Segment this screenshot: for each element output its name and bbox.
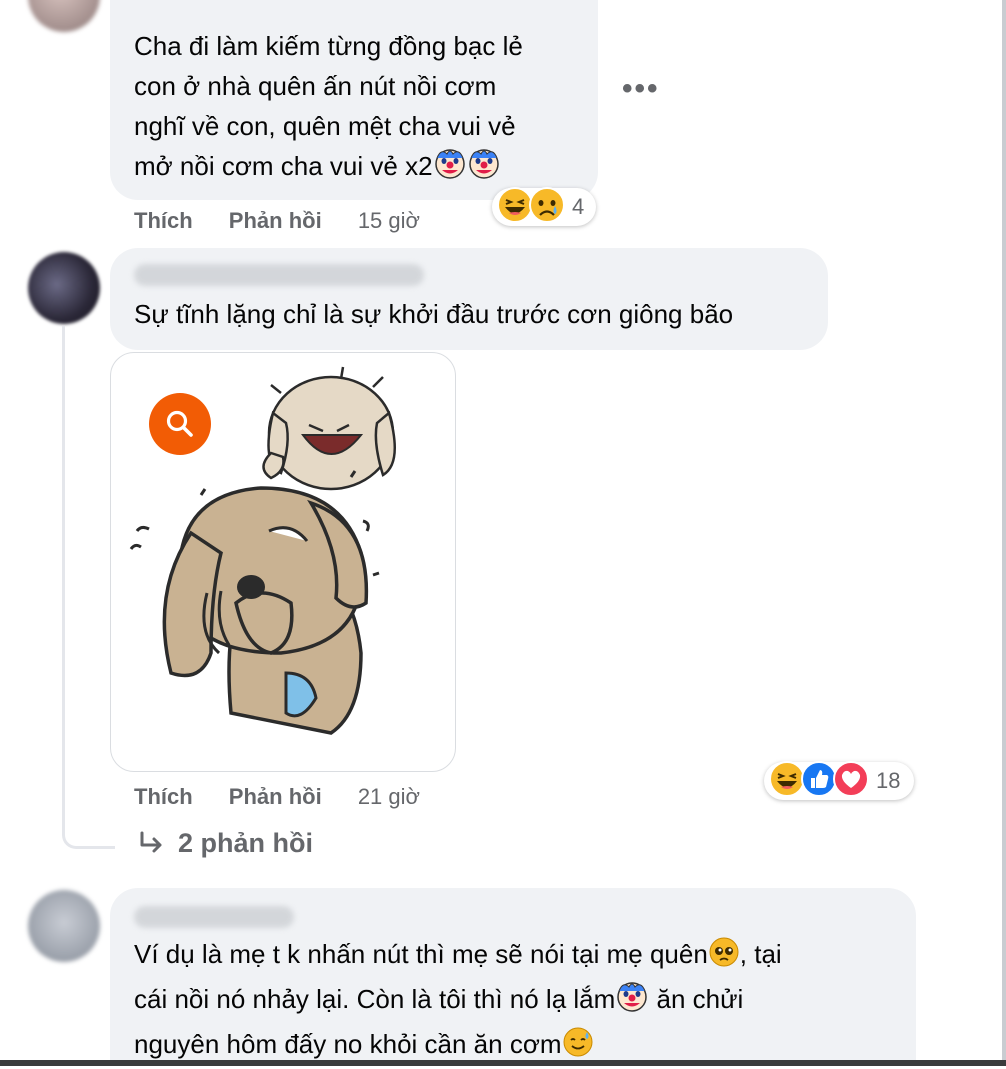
comment-text-line: cái nồi nó nhảy lại. Còn là tôi thì nó l… <box>134 984 616 1014</box>
commenter-name[interactable] <box>134 906 294 928</box>
comment-timestamp[interactable]: 15 giờ <box>358 208 420 233</box>
comment-bubble: Cha đi làm kiếm từng đồng bạc lẻ con ở n… <box>110 0 598 200</box>
like-button[interactable]: Thích <box>134 784 193 809</box>
love-icon <box>832 760 870 803</box>
comment-actions: Thích Phản hồi 21 giờ <box>134 784 450 810</box>
bottom-edge <box>0 1060 1006 1066</box>
comment-text-line-wrap: mở nồi cơm cha vui vẻ x2 <box>134 146 574 191</box>
sticker-attachment[interactable] <box>110 352 456 772</box>
view-replies-link[interactable]: 2 phản hồi <box>136 828 313 859</box>
comment-bubble: Sự tĩnh lặng chỉ là sự khởi đầu trước cơ… <box>110 248 828 350</box>
more-options-button[interactable]: ••• <box>622 72 660 106</box>
sad-icon <box>528 186 566 229</box>
comment-timestamp[interactable]: 21 giờ <box>358 784 420 809</box>
comment-text-line-wrap: cái nồi nó nhảy lại. Còn là tôi thì nó l… <box>134 979 892 1024</box>
clown-face-icon <box>467 146 501 191</box>
reply-button[interactable]: Phản hồi <box>229 208 322 233</box>
crying-dog-sticker <box>129 366 396 735</box>
reply-button[interactable]: Phản hồi <box>229 784 322 809</box>
thread-connector <box>62 780 115 849</box>
clown-face-icon <box>615 979 649 1024</box>
comment-text-line: con ở nhà quên ấn nút nồi cơm <box>134 71 497 101</box>
reaction-count: 4 <box>572 194 585 219</box>
like-button[interactable]: Thích <box>134 208 193 233</box>
pleading-face-icon <box>708 936 740 979</box>
reply-arrow-icon <box>140 831 162 852</box>
comment-text-line: nghĩ về con, quên mệt cha vui vẻ <box>134 111 516 141</box>
replies-count-label: 2 phản hồi <box>178 828 313 858</box>
avatar[interactable] <box>28 0 100 32</box>
thread-line <box>62 326 65 796</box>
commenter-name[interactable] <box>134 264 424 286</box>
comment-bubble: Ví dụ là mẹ t k nhấn nút thì mẹ sẽ nói t… <box>110 888 916 1066</box>
clown-face-icon <box>433 146 467 191</box>
reaction-summary[interactable]: 4 <box>492 186 596 229</box>
comment-text-line: Cha đi làm kiếm từng đồng bạc lẻ <box>134 31 523 61</box>
comment-text-line: Sự tĩnh lặng chỉ là sự khởi đầu trước cơ… <box>134 299 734 329</box>
comment-text-line: mở nồi cơm cha vui vẻ x2 <box>134 151 433 181</box>
comment-text-line-wrap: Ví dụ là mẹ t k nhấn nút thì mẹ sẽ nói t… <box>134 934 892 979</box>
comment-text-line: ăn chửi <box>649 984 744 1014</box>
comment-text-line: , tại <box>739 939 782 969</box>
avatar[interactable] <box>28 890 100 962</box>
comment-text-line: nguyên hôm đấy no khỏi cần ăn cơm <box>134 1029 562 1059</box>
avatar[interactable] <box>28 252 100 324</box>
comment-actions: Thích Phản hồi 15 giờ <box>134 208 450 234</box>
reaction-count: 18 <box>876 768 901 793</box>
reaction-summary[interactable]: 18 <box>764 760 914 803</box>
scrollbar-track[interactable] <box>1002 0 1006 1066</box>
comment-text-line: Ví dụ là mẹ t k nhấn nút thì mẹ sẽ nói t… <box>134 939 708 969</box>
